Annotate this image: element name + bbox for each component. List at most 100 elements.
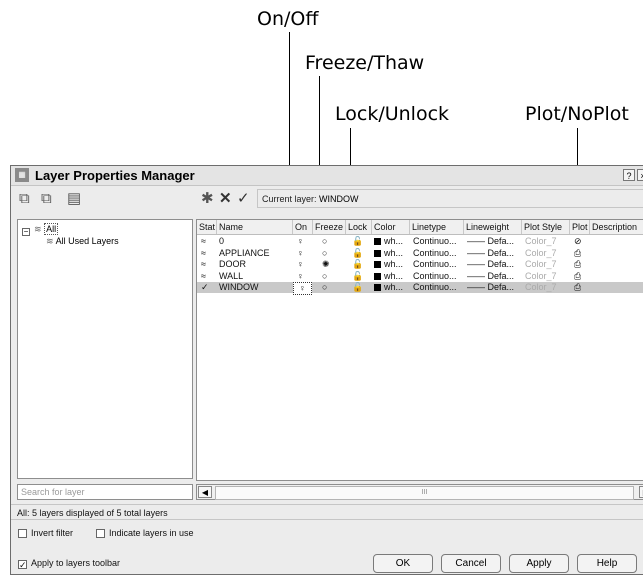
thawed-sun-icon[interactable]: ○ — [322, 236, 327, 247]
help-title-button[interactable]: ? — [623, 169, 635, 181]
layer-row[interactable]: ✓ WINDOW ♀ ○ 🔓 wh... Continuo... —— Defa... Colo… — [197, 282, 643, 295]
indicate-layers-checkbox[interactable]: Indicate layers in use — [96, 528, 194, 539]
ok-button[interactable]: OK — [373, 554, 433, 573]
printer-icon[interactable]: ⎙ — [574, 259, 581, 270]
close-title-button[interactable]: × — [637, 169, 643, 181]
linetype-cell[interactable]: Continuo... — [413, 259, 457, 270]
callout-freeze-thaw: Freeze/Thaw — [305, 52, 425, 74]
lock-icon[interactable]: 🔓 — [352, 248, 363, 259]
tree-root-label[interactable]: All — [44, 223, 59, 235]
scroll-right-icon[interactable]: ▶ — [639, 486, 643, 498]
tree-root[interactable]: − ≋ All — [22, 223, 59, 236]
col-lineweight[interactable]: Lineweight — [464, 220, 522, 234]
layer-name-text: APPLIANCE — [219, 247, 270, 258]
lock-icon[interactable]: 🔓 — [352, 282, 363, 293]
status-icon: ≈ — [201, 259, 206, 269]
linetype-cell[interactable]: Continuo... — [413, 248, 457, 259]
col-freeze[interactable]: Freeze — [313, 220, 346, 234]
cancel-button[interactable]: Cancel — [441, 554, 501, 573]
new-property-filter-icon[interactable]: ⧉ — [19, 188, 30, 210]
invert-filter-checkbox[interactable]: Invert filter — [18, 528, 73, 539]
layer-row[interactable]: ≈ WALL ♀ ○ 🔓 wh... Continuo... —— Defa... Color_… — [197, 271, 643, 282]
horizontal-scrollbar[interactable]: ◀ III ▶ — [196, 484, 643, 500]
color-cell[interactable]: wh... — [374, 282, 403, 293]
lineweight-cell-text: Defa... — [487, 270, 515, 281]
layer-states-manager-icon[interactable]: ▤ — [67, 188, 81, 210]
layer-row[interactable]: ≈ DOOR ♀ ✺ 🔓 wh... Continuo... —— Defa... Color_… — [197, 259, 643, 270]
on-off-icon[interactable]: ♀ — [297, 259, 304, 270]
lineweight-cell[interactable]: —— Defa... — [467, 259, 514, 270]
col-plot-style[interactable]: Plot Style — [522, 220, 570, 234]
col-on[interactable]: On — [293, 220, 313, 234]
help-button[interactable]: Help — [577, 554, 637, 573]
col-linetype[interactable]: Linetype — [410, 220, 464, 234]
on-off-icon[interactable]: ♀ — [293, 282, 312, 295]
plot-style-cell-text: Color_7 — [525, 236, 557, 246]
col-description[interactable]: Description — [590, 220, 643, 234]
invert-filter-label: Invert filter — [31, 528, 74, 538]
indicate-layers-box[interactable] — [96, 529, 105, 538]
layer-name[interactable]: DOOR — [219, 259, 246, 270]
printer-icon[interactable]: ⎙ — [574, 271, 581, 282]
thawed-sun-icon[interactable]: ○ — [322, 271, 327, 282]
scroll-thumb[interactable]: III — [215, 486, 634, 500]
apply-toolbar-box[interactable]: ✓ — [18, 560, 27, 570]
collapse-icon[interactable]: − — [22, 228, 30, 236]
tree-child[interactable]: ≋ All Used Layers — [46, 236, 119, 247]
color-cell[interactable]: wh... — [374, 248, 403, 259]
color-cell[interactable]: wh... — [374, 271, 403, 282]
apply-toolbar-checkbox[interactable]: ✓ Apply to layers toolbar — [18, 558, 121, 570]
color-cell[interactable]: wh... — [374, 259, 403, 270]
tree-child-label[interactable]: All Used Layers — [56, 236, 119, 246]
callout-on-off: On/Off — [257, 8, 319, 30]
on-off-icon[interactable]: ♀ — [297, 271, 304, 282]
new-layer-icon[interactable]: ✱ — [201, 188, 214, 210]
layer-row[interactable]: ≈ APPLIANCE ♀ ○ 🔓 wh... Continuo... —— Defa... C… — [197, 248, 643, 259]
col-color[interactable]: Color — [372, 220, 410, 234]
lineweight-cell[interactable]: —— Defa... — [467, 236, 514, 247]
thawed-sun-icon[interactable]: ○ — [322, 282, 327, 293]
no-plot-icon[interactable]: ⊘ — [574, 236, 582, 247]
layer-name[interactable]: APPLIANCE — [219, 248, 270, 259]
apply-toolbar-label: Apply to layers toolbar — [31, 558, 121, 568]
layer-name[interactable]: 0 — [219, 236, 224, 247]
apply-button[interactable]: Apply — [509, 554, 569, 573]
status-icon: ≈ — [201, 247, 206, 258]
color-swatch — [374, 272, 381, 280]
col-stat[interactable]: Stat — [197, 220, 217, 234]
thawed-sun-icon[interactable]: ○ — [322, 248, 327, 259]
plot-style-cell-text: Color_7 — [525, 247, 557, 258]
new-group-filter-icon[interactable]: ⧉ — [41, 188, 52, 210]
frozen-sun-icon[interactable]: ✺ — [322, 259, 330, 270]
lock-icon[interactable]: 🔓 — [352, 271, 363, 282]
layer-name[interactable]: WALL — [219, 271, 243, 282]
on-off-icon[interactable]: ♀ — [297, 248, 304, 259]
linetype-cell[interactable]: Continuo... — [413, 282, 457, 293]
linetype-cell[interactable]: Continuo... — [413, 236, 457, 247]
lineweight-cell-text: Defa... — [487, 259, 515, 269]
col-name[interactable]: Name — [217, 220, 293, 234]
set-current-icon[interactable]: ✓ — [237, 188, 250, 210]
app-icon: ▦ — [15, 168, 29, 182]
lock-icon[interactable]: 🔓 — [352, 259, 363, 270]
linetype-cell[interactable]: Continuo... — [413, 271, 457, 282]
plot-style-cell: Color_7 — [525, 282, 557, 293]
color-cell[interactable]: wh... — [374, 236, 403, 247]
lineweight-cell[interactable]: —— Defa... — [467, 271, 514, 282]
printer-icon[interactable]: ⎙ — [574, 282, 581, 293]
printer-icon[interactable]: ⎙ — [574, 248, 581, 259]
search-input[interactable]: Search for layer — [17, 484, 193, 500]
layer-row[interactable]: ≈0 ♀ ○ 🔓 wh... Continuo... —— Defa... Color_7 ⊘ — [197, 236, 643, 247]
delete-layer-icon[interactable]: ✕ — [219, 188, 232, 210]
invert-filter-box[interactable] — [18, 529, 27, 538]
lock-icon[interactable]: 🔓 — [352, 236, 363, 247]
linetype-cell-text: Continuo... — [413, 259, 457, 269]
lineweight-cell[interactable]: —— Defa... — [467, 282, 514, 293]
on-off-icon[interactable]: ♀ — [297, 236, 304, 247]
lineweight-cell[interactable]: —— Defa... — [467, 248, 514, 259]
layer-name[interactable]: WINDOW — [219, 282, 259, 293]
col-lock[interactable]: Lock — [346, 220, 372, 234]
color-swatch — [374, 284, 381, 291]
col-plot[interactable]: Plot — [570, 220, 590, 234]
scroll-left-icon[interactable]: ◀ — [198, 486, 212, 498]
